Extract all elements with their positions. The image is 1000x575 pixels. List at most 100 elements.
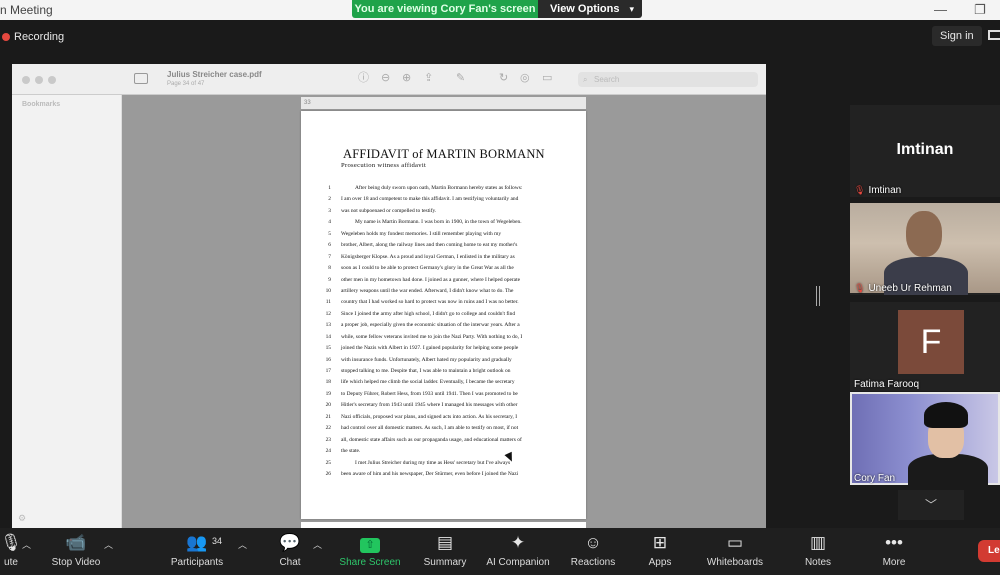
gear-icon[interactable]: ⚙ [18, 513, 26, 524]
document-line: 11 country that I had worked so hard to p… [317, 297, 573, 308]
mute-button[interactable]: 🎙 ute [0, 528, 22, 575]
participant-name-label: Cory Fan [854, 473, 896, 484]
line-text: while, some fellow veterans invited me t… [341, 333, 523, 340]
participants-button[interactable]: 👥 34 Participants [165, 528, 229, 575]
line-text: life which helped me climb the social la… [341, 379, 515, 386]
zoom-in-icon[interactable]: ⊕ [402, 73, 411, 84]
document-line: 13 a proper job, especially given the eco… [317, 320, 573, 331]
participants-options-chevron-icon[interactable]: ︿ [238, 538, 247, 551]
window-minimize-dot-icon[interactable] [35, 76, 43, 84]
line-number: 19 [325, 390, 331, 397]
line-text: Nazi officials, proposed war plans, and … [341, 413, 518, 420]
share-screen-icon: ⇧ [360, 533, 380, 553]
document-line: 1 After being duly sworn upon oath, Marti… [317, 183, 573, 194]
document-line: 10 artillery weapons until the war ended.… [317, 286, 573, 297]
pdf-filename: Julius Streicher case.pdf [167, 70, 262, 79]
rotate-icon[interactable]: ↻ [499, 73, 508, 84]
whiteboard-icon: ▭ [726, 533, 744, 552]
line-number: 7 [328, 253, 331, 260]
window-close-dot-icon[interactable] [22, 76, 30, 84]
whiteboards-button[interactable]: ▭ Whiteboards [700, 528, 770, 575]
line-text: After being duly sworn upon oath, Martin… [355, 185, 523, 191]
document-line: 7 Königsberger Klopse. As a proud and loy… [317, 252, 573, 263]
stop-video-button[interactable]: 📹 Stop Video [45, 528, 107, 575]
sidebar-toggle-icon[interactable] [134, 73, 148, 84]
line-number: 24 [325, 448, 331, 455]
line-number: 16 [325, 356, 331, 363]
more-button[interactable]: ••• More [872, 528, 916, 575]
screen-share-banner: You are viewing Cory Fan's screen [352, 0, 538, 18]
view-options-button[interactable]: View Options ▾ [538, 0, 642, 18]
minimize-icon[interactable]: — [934, 2, 947, 17]
window-title: n Meeting [0, 3, 53, 17]
document-line: 22 had control over all domestic matters.… [317, 423, 573, 434]
ai-companion-button[interactable]: ✦ AI Companion [482, 528, 554, 575]
line-number: 9 [328, 276, 331, 283]
microphone-icon: 🎙 [0, 533, 22, 552]
video-options-chevron-icon[interactable]: ︿ [104, 538, 113, 551]
record-dot-icon [2, 33, 10, 41]
participant-video [850, 203, 1000, 295]
document-line: 17 stopped talking to me. Despite that, I… [317, 366, 573, 377]
participant-tile-imtinan[interactable]: Imtinan 🎙 Imtinan [850, 105, 1000, 197]
apps-button[interactable]: ⊞ Apps [640, 528, 680, 575]
reactions-button[interactable]: ☺ Reactions [566, 528, 620, 575]
document-title: AFFIDAVIT of MARTIN BORMANN [343, 147, 545, 161]
line-number: 23 [325, 436, 331, 443]
pdf-search-field[interactable]: Search [578, 72, 758, 87]
sign-in-button[interactable]: Sign in [932, 26, 982, 46]
line-number: 21 [325, 413, 331, 420]
document-line: 23 all, domestic state affairs such as ou… [317, 435, 573, 446]
line-number: 26 [325, 470, 331, 477]
share-screen-button[interactable]: ⇧ Share Screen [334, 528, 406, 575]
document-line: 5 Wegeleben holds my fondest memories. I … [317, 229, 573, 240]
apps-icon: ⊞ [652, 533, 668, 552]
document-line: 26 been aware of him and his newspaper, D… [317, 469, 573, 480]
redact-icon[interactable]: ▭ [542, 73, 552, 84]
zoom-out-icon[interactable]: ⊖ [381, 73, 390, 84]
notes-button[interactable]: ▥ Notes [798, 528, 838, 575]
line-text: was not subpoenaed or compelled to testi… [341, 207, 437, 214]
participant-tile-uneeb[interactable]: 🎙 Uneeb Ur Rehman [850, 203, 1000, 295]
panel-resize-handle[interactable] [816, 286, 820, 306]
chat-button[interactable]: 💬 Chat [270, 528, 310, 575]
line-number: 14 [325, 333, 331, 340]
recording-label: Recording [14, 31, 65, 43]
document-line: 2 I am over 18 and competent to make this… [317, 194, 573, 205]
line-number: 5 [328, 230, 331, 237]
window-zoom-dot-icon[interactable] [48, 76, 56, 84]
annotate-icon[interactable]: ◎ [520, 73, 530, 84]
chat-options-chevron-icon[interactable]: ︿ [313, 538, 322, 551]
line-number: 13 [325, 322, 331, 329]
line-number: 1 [328, 185, 331, 191]
meeting-controls: 🎙 ute ︿ 📹 Stop Video ︿ 👥 34 Participants… [0, 528, 1000, 575]
smiley-icon: ☺ [584, 533, 602, 552]
document-line: 14 while, some fellow veterans invited me… [317, 332, 573, 343]
leave-button[interactable]: Le [978, 540, 1000, 562]
info-icon[interactable]: ⓘ [358, 73, 369, 84]
pdf-page-info: Page 34 of 47 [167, 81, 205, 87]
summary-button[interactable]: ▤ Summary [418, 528, 472, 575]
participant-video [850, 392, 1000, 488]
markup-pen-icon[interactable]: ✎ [456, 73, 465, 84]
notes-icon: ▥ [809, 533, 827, 552]
participant-name-label: Fatima Farooq [854, 379, 920, 390]
share-icon[interactable]: ⇪ [424, 73, 433, 84]
previous-page-edge: 33 [301, 97, 586, 109]
line-number: 4 [328, 219, 331, 226]
recording-indicator[interactable]: Recording [0, 28, 64, 46]
line-text: Königsberger Klopse. As a proud and loya… [341, 253, 515, 260]
chat-bubble-icon: 💬 [279, 533, 301, 552]
participant-tile-cory[interactable]: Cory Fan [850, 392, 1000, 488]
participant-tile-fatima[interactable]: F Fatima Farooq [850, 302, 1000, 391]
restore-icon[interactable]: ❐ [974, 2, 986, 18]
layout-icon[interactable] [988, 30, 1000, 40]
line-number: 2 [328, 196, 331, 203]
line-text: country that I had worked so hard to pro… [341, 299, 519, 306]
document-line: 4 My name is Martin Bormann. I was born i… [317, 217, 573, 228]
line-text: to Deputy Führer, Robert Hess, from 1933… [341, 390, 518, 397]
line-text: brother, Albert, along the railway lines… [341, 242, 518, 249]
audio-options-chevron-icon[interactable]: ︿ [22, 538, 31, 551]
scroll-participants-down-button[interactable]: ﹀ [898, 490, 964, 520]
document-line: 6 brother, Albert, along the railway line… [317, 240, 573, 251]
